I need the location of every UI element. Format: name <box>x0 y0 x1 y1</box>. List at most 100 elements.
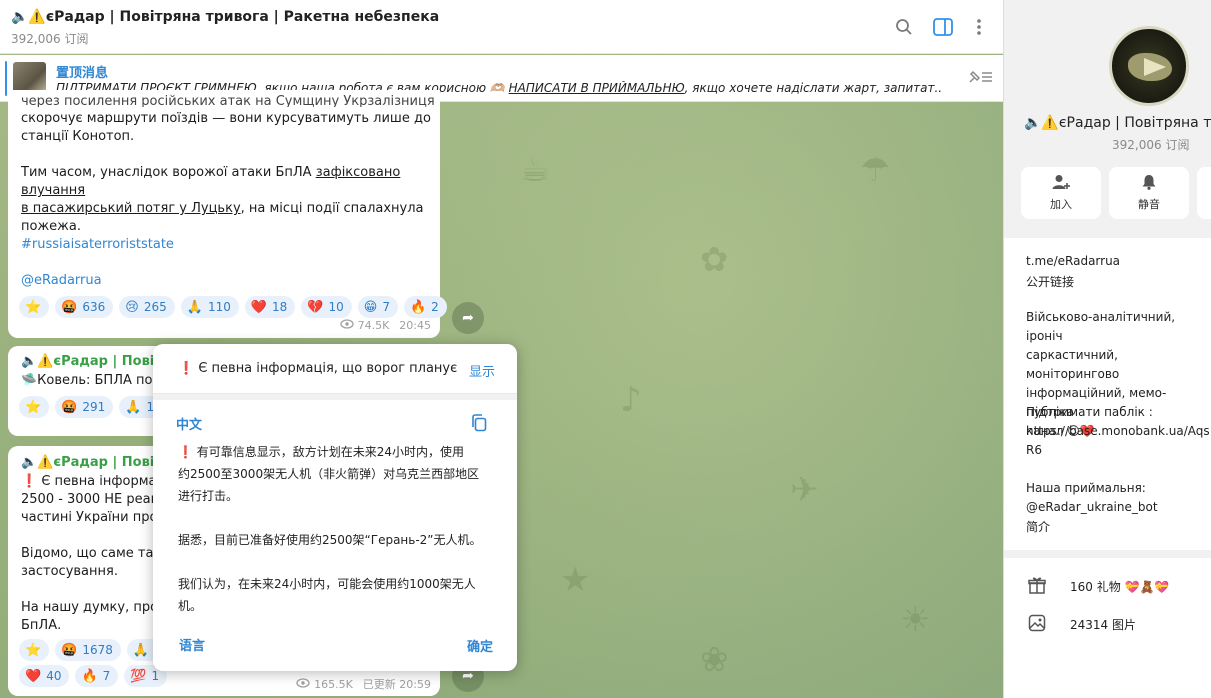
gifts-count: 160 礼物 💝🧸💝 <box>1070 580 1170 594</box>
reaction-count: 636 <box>82 300 106 314</box>
translation-language: 中文 <box>176 418 203 433</box>
reaction-count: 10 <box>328 300 344 314</box>
reaction-emoji: 😢 <box>125 299 139 315</box>
avatar-arrow-shape <box>1144 58 1166 76</box>
channel-link[interactable]: t.me/eRadarrua <box>1026 252 1120 271</box>
message-sender[interactable]: 🔈⚠️єРадар | Пові <box>21 455 154 470</box>
chat-header[interactable]: 🔈⚠️єРадар | Повітряна тривога | Ракетна … <box>0 0 1003 54</box>
reaction-count: 7 <box>382 300 390 314</box>
mute-button[interactable]: 静音 <box>1109 167 1189 219</box>
search-icon[interactable] <box>893 16 915 38</box>
reaction-chip[interactable]: 🔥 7 <box>75 665 119 687</box>
reaction-count: 1 <box>151 669 160 683</box>
message-text: ❗ Є певна інформац 2500 - 3000 НЕ реакти… <box>21 474 175 633</box>
wallpaper-doodle-icon: ★ <box>560 560 591 600</box>
message-text: скорочує маршрути поїздів — вони курсува… <box>21 110 436 236</box>
chat-area: ☕ ✿ ☂ ♪ ✈ ★ ☀ ❀ 🔈⚠️єРадар | Повітряна тр… <box>0 0 1003 698</box>
reaction-count: 2 <box>431 300 439 314</box>
show-original-button[interactable]: 显示 <box>469 361 495 380</box>
reaction-emoji: ❤️ <box>25 668 42 684</box>
photos-row[interactable]: 24314 图片 <box>1028 614 1136 635</box>
wallpaper-doodle-icon: ♪ <box>620 380 642 420</box>
wallpaper-doodle-icon: ✿ <box>700 240 729 280</box>
image-icon <box>1028 614 1048 635</box>
media-section: 160 礼物 💝🧸💝 24314 图片 <box>1004 558 1211 698</box>
reaction-chip[interactable]: ⭐ <box>19 396 50 418</box>
mention-link[interactable]: @eRadarrua <box>21 272 102 290</box>
support-link[interactable]: https://base.monobank.ua/Aqs R6 <box>1026 422 1210 460</box>
views-icon <box>296 677 310 691</box>
mute-label: 静音 <box>1138 198 1160 211</box>
bio-label: 简介 <box>1026 520 1051 534</box>
add-user-icon <box>1052 174 1070 193</box>
reaction-chip[interactable]: 🤬 291 <box>55 396 114 418</box>
reaction-chip[interactable]: 😁 7 <box>357 296 398 318</box>
reaction-chip[interactable]: 🔥 2 <box>403 296 447 318</box>
reaction-emoji: 🔥 <box>81 668 98 684</box>
reaction-count: 1678 <box>82 643 113 657</box>
reaction-chip[interactable]: 🤬 1678 <box>55 639 121 661</box>
hashtag-link[interactable]: #russiaisaterroriststate <box>21 236 174 254</box>
reaction-emoji: ⭐ <box>25 299 42 315</box>
photos-count: 24314 图片 <box>1070 618 1136 632</box>
reaction-chip[interactable]: ❤️ 40 <box>19 665 70 687</box>
message-time: 已更新 20:59 <box>362 678 431 691</box>
message-link[interactable]: в пасажирський потяг у Луцьку <box>21 201 241 216</box>
message-text: 🛸Ковель: БПЛА пове <box>21 373 169 388</box>
pinned-link-reception[interactable]: НАПИСАТИ В ПРИЙМАЛЬНЮ <box>509 81 685 95</box>
channel-avatar[interactable] <box>1109 26 1189 106</box>
reaction-emoji: 🙏 <box>125 399 142 415</box>
message-bubble[interactable]: через посилення російських атак на Сумщи… <box>8 90 447 338</box>
channel-title: 🔈⚠️єРадар | Повітряна тривога | Ракетна … <box>11 9 440 25</box>
support-label: Підтримати паблік : <box>1026 405 1153 419</box>
reaction-emoji: 🤬 <box>61 299 78 315</box>
reaction-chip[interactable]: 💔 10 <box>301 296 352 318</box>
reaction-chip[interactable]: 😢 265 <box>119 296 175 318</box>
gifts-row[interactable]: 160 礼物 💝🧸💝 <box>1028 576 1169 597</box>
reaction-chip[interactable]: ⭐ <box>19 639 50 661</box>
reaction-emoji: ⭐ <box>25 399 42 415</box>
reaction-emoji: ⭐ <box>25 642 42 658</box>
wallpaper-doodle-icon: ❀ <box>700 640 729 680</box>
reception-bot-link[interactable]: @eRadar_ukraine_bot <box>1026 498 1158 517</box>
reaction-list: ⭐ 🤬 636 😢 265 🙏 110 ❤️ 18 💔 10 😁 7 🔥 2 <box>19 296 447 318</box>
reaction-count: 291 <box>82 400 106 414</box>
language-button[interactable]: 语言 <box>179 635 205 654</box>
original-text-row: ❗ Є певна інформація, що ворог планує 显示 <box>153 344 517 394</box>
gift-icon <box>1028 576 1048 597</box>
translation-dialog: ❗ Є певна інформація, що ворог планує 显示… <box>153 344 517 671</box>
join-button[interactable]: 加入 <box>1021 167 1101 219</box>
join-label: 加入 <box>1050 198 1072 211</box>
message-sender[interactable]: 🔈⚠️єРадар | Пові <box>21 354 154 369</box>
wallpaper-doodle-icon: ☀ <box>900 600 931 640</box>
ok-button[interactable]: 确定 <box>467 636 493 655</box>
reaction-count: 110 <box>207 300 231 314</box>
channel-link-label: 公开链接 <box>1026 275 1075 289</box>
divider <box>153 394 517 400</box>
more-button[interactable] <box>1197 167 1211 219</box>
reaction-emoji: 💔 <box>307 299 324 315</box>
reaction-chip[interactable]: 🙏 110 <box>180 296 239 318</box>
original-text: ❗ Є певна інформація, що ворог планує <box>178 361 458 376</box>
reaction-emoji: 🙏 <box>186 299 203 315</box>
pinned-indicator <box>5 61 7 96</box>
channel-info-panel: 🔈⚠️єРадар | Повітряна тр 392,006 订阅 加入 静… <box>1003 0 1211 698</box>
reaction-count: 7 <box>102 669 111 683</box>
wallpaper-doodle-icon: ☕ <box>520 150 551 190</box>
reaction-chip[interactable]: 🤬 636 <box>55 296 114 318</box>
translated-text: ❗ 有可靠信息显示，敌方计划在未来24小时内，使用 约2500至3000架无人机… <box>178 445 482 613</box>
views-icon <box>339 319 354 332</box>
sidebar-toggle-icon[interactable] <box>932 16 954 38</box>
channel-name: 🔈⚠️єРадар | Повітряна тр <box>1024 115 1211 131</box>
subscriber-count: 392,006 订阅 <box>11 32 89 46</box>
copy-icon[interactable] <box>471 414 487 436</box>
reaction-chip[interactable]: ⭐ <box>19 296 50 318</box>
reaction-chip[interactable]: ❤️ 18 <box>244 296 296 318</box>
message-meta: 165.5K 已更新 20:59 <box>296 676 431 692</box>
more-options-icon[interactable] <box>968 16 990 38</box>
pinned-list-icon[interactable] <box>967 69 993 89</box>
subscriber-count: 392,006 订阅 <box>1112 138 1190 152</box>
channel-about: t.me/eRadarrua 公开链接 Військово-аналітични… <box>1004 238 1211 550</box>
reaction-emoji: 🤬 <box>61 642 78 658</box>
forward-icon[interactable]: ➦ <box>452 302 484 334</box>
